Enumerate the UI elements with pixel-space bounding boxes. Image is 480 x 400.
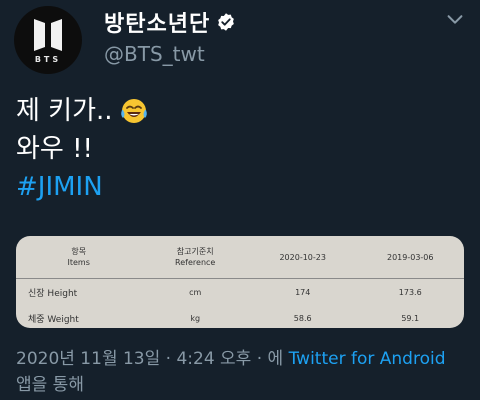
tweet-text-line2: 와우 !! [16,134,93,164]
display-name[interactable]: 방탄소년단 [104,6,210,38]
table-row: 체중 Weight kg 58.6 59.1 [16,305,464,328]
table-header-row: 항목 Items 참고기준치 Reference 2020-10-23 2019-0… [16,236,464,279]
row-value2: 59.1 [401,313,420,323]
tweet-image[interactable]: 항목 Items 참고기준치 Reference 2020-10-23 2019-0… [16,236,464,328]
row-value1: 174 [295,287,311,297]
row-value2: 173.6 [398,287,422,297]
header-date1: 2020-10-23 [248,236,357,279]
row-value1: 58.6 [293,313,312,323]
row-item: 신장 Height [28,288,78,299]
laughing-tears-emoji [120,99,147,123]
bts-logo-icon [34,18,62,51]
tweet-line: 와우 !! [16,130,149,168]
row-reference: kg [190,313,201,323]
tweet-text-line1: 제 키가.. [16,96,113,126]
header-date2: 2019-03-06 [356,236,464,279]
tweet-body: 제 키가.. 와우 !! #JIMIN [16,92,149,206]
hashtag-link[interactable]: #JIMIN [16,168,103,206]
source-suffix: 앱을 통해 [16,375,84,395]
more-options-icon[interactable] [444,8,466,30]
tweet-line: 제 키가.. [16,92,149,130]
avatar[interactable]: BTS [14,6,82,74]
source-link[interactable]: Twitter for Android [289,349,446,369]
verified-badge-icon [218,13,235,31]
tweet-line: #JIMIN [16,168,149,206]
account-handle[interactable]: @BTS_twt [104,42,205,66]
row-reference: cm [189,287,202,297]
header-item: 항목 Items [16,236,142,279]
avatar-logo-text: BTS [34,54,62,64]
row-item: 체중 Weight [28,314,79,325]
health-record-table: 항목 Items 참고기준치 Reference 2020-10-23 2019-0… [16,236,464,328]
header-reference: 참고기준치 Reference [141,236,249,279]
tweet-meta: 2020년 11월 13일 · 4:24 오후 · 에 Twitter for … [16,346,466,398]
tweet-timestamp[interactable]: 2020년 11월 13일 · 4:24 오후 · 에 [16,349,289,369]
account-name-row: 방탄소년단 [104,6,236,38]
table-row: 신장 Height cm 174 173.6 [16,279,464,306]
